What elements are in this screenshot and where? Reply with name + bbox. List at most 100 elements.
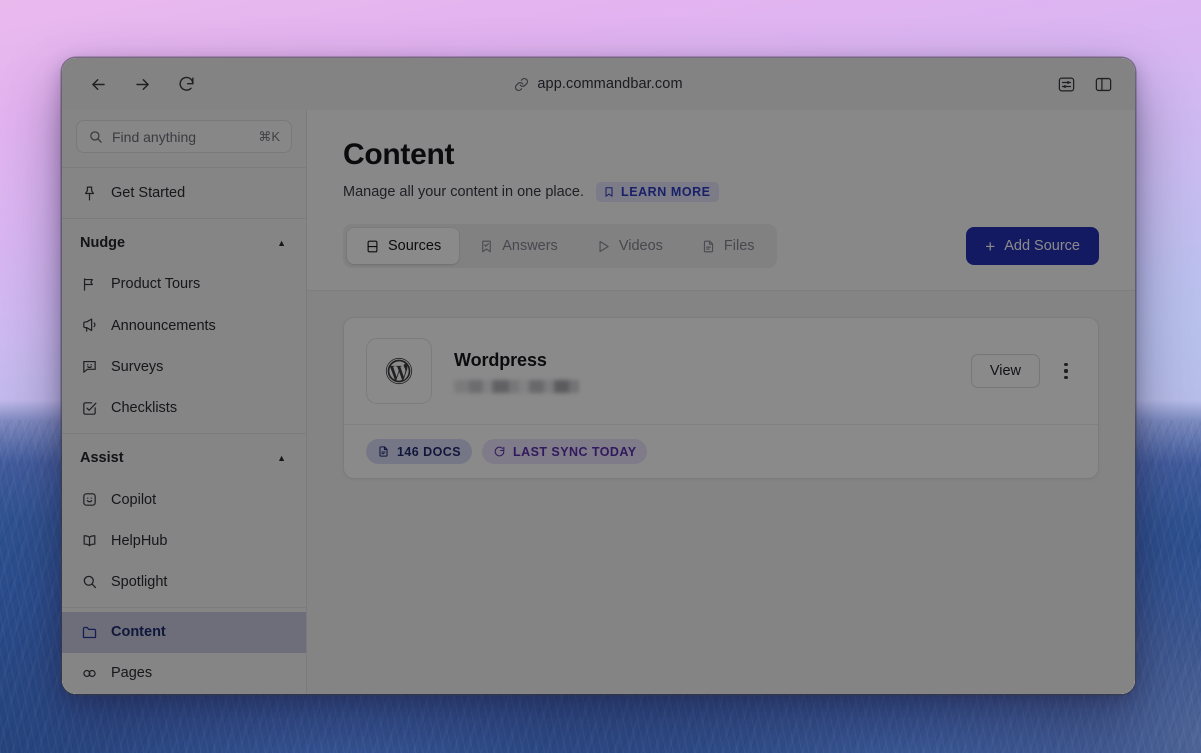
sidebar-item-label: Get Started <box>111 185 186 201</box>
link-chain-icon <box>80 664 98 682</box>
forward-icon[interactable] <box>130 72 154 96</box>
source-card-footer: 146 DOCS LAST SYNC TODAY <box>344 424 1098 478</box>
sidebar-toggle-icon[interactable] <box>1094 75 1113 94</box>
tab-label: Sources <box>388 238 442 254</box>
sidebar-item-copilot[interactable]: Copilot <box>62 479 306 520</box>
sidebar-divider <box>62 432 306 434</box>
kebab-dot <box>1064 376 1068 380</box>
learn-more-link[interactable]: LEARN MORE <box>596 182 719 202</box>
tab-list: Sources Answers Videos Files <box>343 224 777 268</box>
source-card-actions: View <box>970 354 1076 388</box>
tab-files[interactable]: Files <box>683 228 773 264</box>
reader-settings-icon[interactable] <box>1057 75 1076 94</box>
sidebar: Find anything ⌘K Get Started Nudge ▲ Pro… <box>62 110 307 694</box>
badge-label: 146 DOCS <box>397 444 462 459</box>
sidebar-item-label: Spotlight <box>111 573 168 590</box>
megaphone-icon <box>80 317 98 335</box>
sidebar-group-nudge[interactable]: Nudge ▲ <box>62 223 306 264</box>
bookmark-check-icon <box>479 239 494 254</box>
sidebar-item-pages[interactable]: Pages <box>62 653 306 694</box>
main-content: Content Manage all your content in one p… <box>307 110 1135 694</box>
sidebar-item-surveys[interactable]: Surveys <box>62 346 306 387</box>
kebab-dot <box>1064 369 1068 373</box>
tab-videos[interactable]: Videos <box>578 228 681 264</box>
wordpress-logo-icon <box>385 357 413 385</box>
sidebar-item-product-tours[interactable]: Product Tours <box>62 264 306 305</box>
page-subheader: Manage all your content in one place. LE… <box>343 182 1099 202</box>
learn-more-label: LEARN MORE <box>621 185 711 199</box>
address-bar[interactable]: app.commandbar.com <box>62 76 1135 92</box>
source-logo-tile <box>366 338 432 404</box>
app-container: Find anything ⌘K Get Started Nudge ▲ Pro… <box>62 110 1135 694</box>
book-icon <box>80 532 98 550</box>
tab-label: Files <box>723 238 755 254</box>
link-icon <box>514 77 529 92</box>
content-area: Wordpress View 146 DOCS LAST SYNC TODAY <box>307 290 1135 694</box>
folder-icon <box>80 623 98 641</box>
search-icon <box>80 573 98 591</box>
url-text: app.commandbar.com <box>537 76 683 92</box>
tab-sources[interactable]: Sources <box>347 228 460 264</box>
tab-label: Answers <box>502 238 558 254</box>
browser-window: app.commandbar.com Find anything ⌘K Get … <box>62 58 1135 694</box>
chevron-up-icon: ▲ <box>277 453 286 464</box>
back-icon[interactable] <box>86 72 110 96</box>
sidebar-item-spotlight[interactable]: Spotlight <box>62 561 306 602</box>
sidebar-item-get-started[interactable]: Get Started <box>62 172 306 213</box>
sidebar-item-label: Checklists <box>111 400 178 417</box>
page-title: Content <box>343 138 455 171</box>
sidebar-item-label: Copilot <box>111 491 157 508</box>
chevron-up-icon: ▲ <box>277 238 286 249</box>
sidebar-item-content[interactable]: Content <box>62 611 306 653</box>
source-subtitle-redacted <box>454 379 579 393</box>
book-closed-icon <box>365 239 380 254</box>
chat-smile-icon <box>80 358 98 376</box>
browser-toolbar: app.commandbar.com <box>62 58 1135 110</box>
sidebar-item-label: HelpHub <box>111 532 168 549</box>
copilot-icon <box>80 491 98 509</box>
search-placeholder: Find anything <box>112 128 197 145</box>
source-title: Wordpress <box>454 349 547 370</box>
view-button[interactable]: View <box>970 354 1040 388</box>
source-card[interactable]: Wordpress View 146 DOCS LAST SYNC TODAY <box>343 317 1099 479</box>
badge-label: LAST SYNC TODAY <box>513 444 637 459</box>
page-subtitle: Manage all your content in one place. <box>343 184 585 200</box>
sidebar-item-label: Product Tours <box>111 276 201 293</box>
add-source-button[interactable]: + Add Source <box>966 227 1099 265</box>
status-badge-docs: 146 DOCS <box>366 439 473 464</box>
bookmark-icon <box>603 186 615 198</box>
sidebar-item-label: Announcements <box>111 317 216 334</box>
sidebar-item-label: Pages <box>111 665 153 682</box>
sidebar-group-label: Nudge <box>80 235 126 252</box>
file-icon <box>701 239 716 254</box>
tab-answers[interactable]: Answers <box>461 228 576 264</box>
sidebar-item-label: Surveys <box>111 358 164 375</box>
sidebar-divider <box>62 606 306 608</box>
sync-icon <box>493 445 506 458</box>
reload-icon[interactable] <box>174 72 198 96</box>
search-shortcut: ⌘K <box>258 128 280 144</box>
play-icon <box>596 239 611 254</box>
pin-icon <box>80 184 98 202</box>
tabs-row: Sources Answers Videos Files + Add Sourc… <box>343 224 1099 268</box>
sidebar-item-label: Content <box>111 624 166 641</box>
page-header: Content Manage all your content in one p… <box>307 110 1135 202</box>
browser-nav-buttons <box>78 72 198 96</box>
tab-label: Videos <box>618 238 663 254</box>
desktop-wallpaper: app.commandbar.com Find anything ⌘K Get … <box>0 0 1201 753</box>
document-icon <box>377 445 390 458</box>
sidebar-group-label: Assist <box>80 450 124 467</box>
toolbar-right-actions <box>1057 75 1119 94</box>
sidebar-group-assist[interactable]: Assist ▲ <box>62 438 306 479</box>
search-icon <box>88 129 103 144</box>
sidebar-item-helphub[interactable]: HelpHub <box>62 520 306 561</box>
kebab-dot <box>1064 362 1068 366</box>
status-badge-sync: LAST SYNC TODAY <box>482 439 648 464</box>
sidebar-item-checklists[interactable]: Checklists <box>62 387 306 428</box>
sidebar-divider <box>62 217 306 219</box>
search-input[interactable]: Find anything ⌘K <box>76 120 292 154</box>
sidebar-item-announcements[interactable]: Announcements <box>62 305 306 346</box>
source-card-text: Wordpress <box>454 350 949 393</box>
more-options-icon[interactable] <box>1056 356 1076 386</box>
sidebar-divider <box>62 167 306 169</box>
